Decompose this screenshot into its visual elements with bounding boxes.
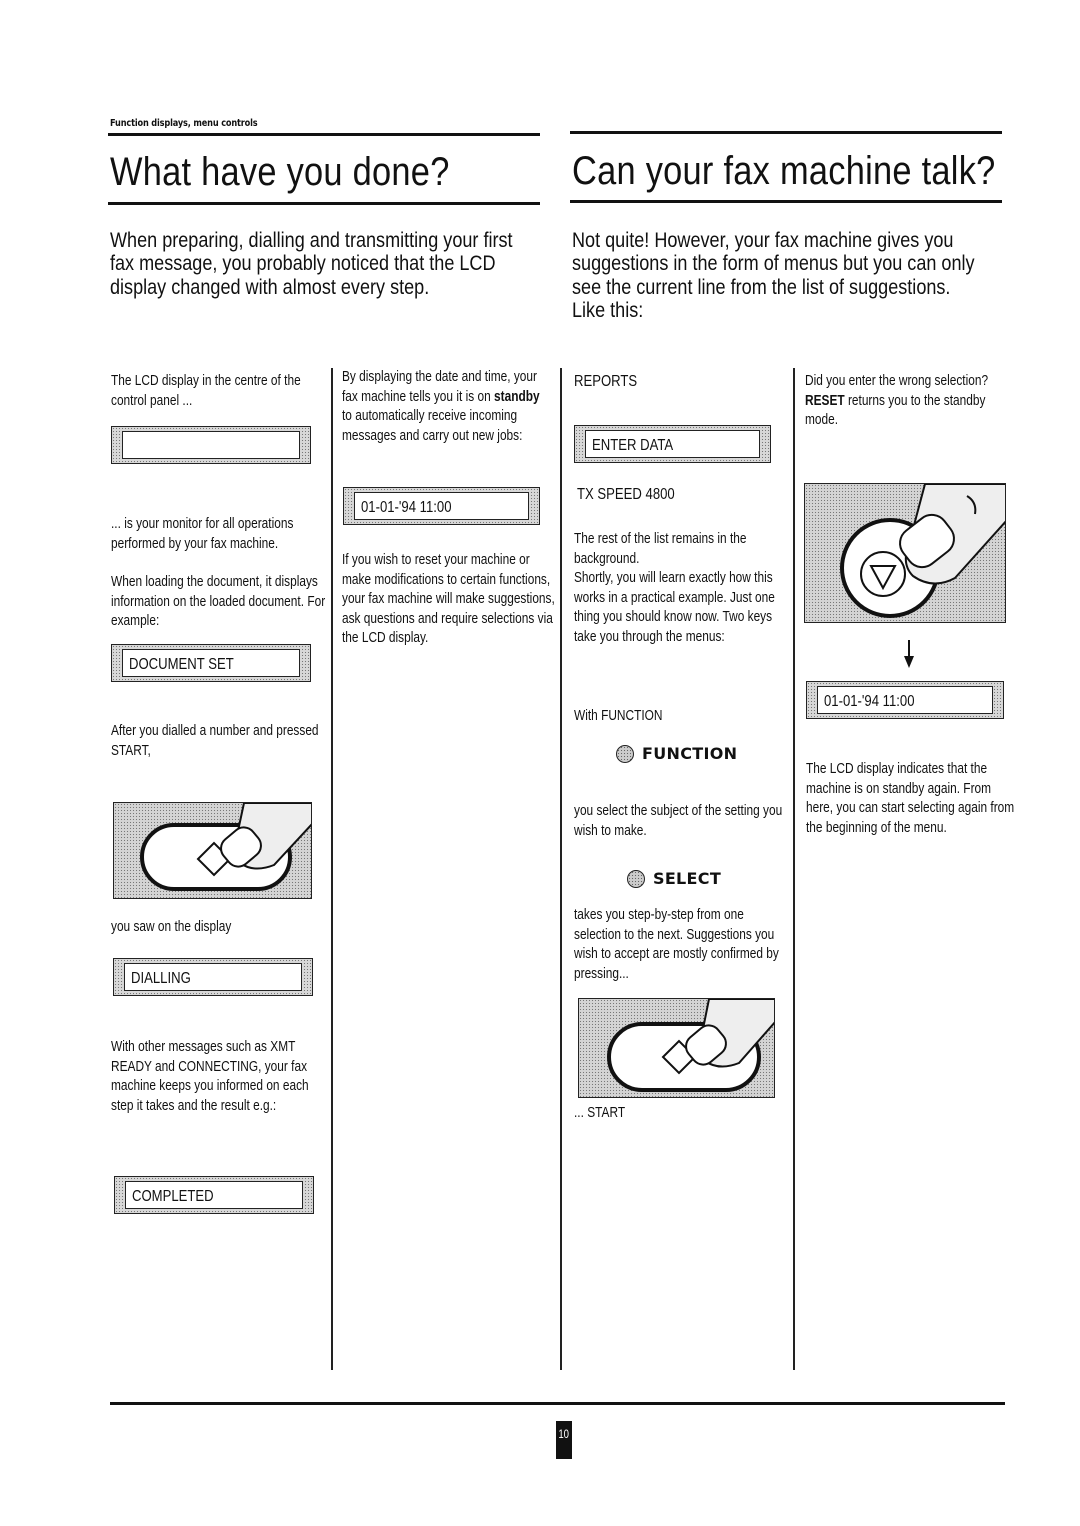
page-number: 10 [556,1421,572,1459]
function-key-label: FUNCTION [642,744,738,763]
down-arrow-icon [902,640,916,670]
lcd-display-datetime: 01-01-'94 11:00 [343,487,540,525]
function-key: FUNCTION [616,744,737,763]
col3-text-3: With FUNCTION [574,708,663,724]
title-rule-left [108,202,540,205]
col3-text-2: Shortly, you will learn exactly how this… [574,570,775,645]
col2-text-2: If you wish to reset your machine or mak… [342,552,555,646]
title-rule-right [570,200,1002,203]
intro-right: Not quite! However, your fax machine giv… [572,229,975,322]
column-divider-1 [331,368,333,1370]
lcd-display-dialling: DIALLING [113,958,313,996]
col1-text-4: After you dialled a number and pressed S… [111,723,319,759]
menu-item-previous: REPORTS [574,373,638,390]
select-key-label: SELECT [653,869,722,888]
lcd-text: ENTER DATA [592,437,674,454]
lcd-text: DIALLING [131,970,191,987]
finger-pressing-reset-key-icon [840,484,1005,618]
lcd-display-datetime-standby: 01-01-'94 11:00 [806,681,1004,719]
finger-pressing-start-key-icon [607,999,774,1092]
col2-text-1: By displaying the date and time, your fa… [342,369,540,444]
standby-emphasis: standby [494,388,540,405]
reset-key-illustration [804,483,1006,623]
menu-item-next: TX SPEED 4800 [577,486,675,503]
col3-text-1: The rest of the list remains in the back… [574,531,747,567]
bottom-rule [110,1402,1005,1405]
finger-pressing-start-key-icon [140,803,311,891]
page-number-text: 10 [558,1427,570,1441]
reset-emphasis: RESET [805,392,845,409]
section-label: Function displays, menu controls [110,118,258,129]
column-divider-2 [560,368,562,1370]
page-title-right: Can your fax machine talk? [572,149,996,193]
function-key-icon [616,744,634,763]
col1-text-1: The LCD display in the centre of the con… [111,373,301,409]
col4-text-1: Did you enter the wrong selection? RESET… [805,373,989,428]
col4-text-2: The LCD display indicates that the machi… [806,761,1015,836]
select-key-icon [627,869,645,888]
lcd-display-document-set: DOCUMENT SET [111,644,311,682]
top-rule-left [108,133,540,136]
col3-text-4: you select the subject of the setting yo… [574,803,783,839]
top-rule-right [570,131,1002,134]
col1-text-5: you saw on the display [111,919,232,935]
col1-text-2: ... is your monitor for all operations p… [111,516,294,552]
start-key-illustration-2 [578,998,775,1098]
lcd-text: DOCUMENT SET [129,656,234,673]
col3-text-6: ... START [574,1105,626,1121]
col1-text-6: With other messages such as XMT READY an… [111,1039,309,1114]
lcd-text: COMPLETED [132,1188,214,1205]
lcd-display-blank [111,426,311,464]
start-key-illustration [113,802,312,899]
col1-text-3: When loading the document, it displays i… [111,574,326,629]
lcd-display-enter-data: ENTER DATA [574,425,771,463]
page-title-left: What have you done? [110,150,450,194]
intro-left: When preparing, dialling and transmittin… [110,229,513,299]
select-key: SELECT [627,869,721,888]
lcd-text: 01-01-'94 11:00 [361,499,452,516]
lcd-display-completed: COMPLETED [114,1176,314,1214]
lcd-text: 01-01-'94 11:00 [824,693,915,710]
col3-text-5: takes you step-by-step from one selectio… [574,907,779,982]
column-divider-3 [793,368,795,1370]
